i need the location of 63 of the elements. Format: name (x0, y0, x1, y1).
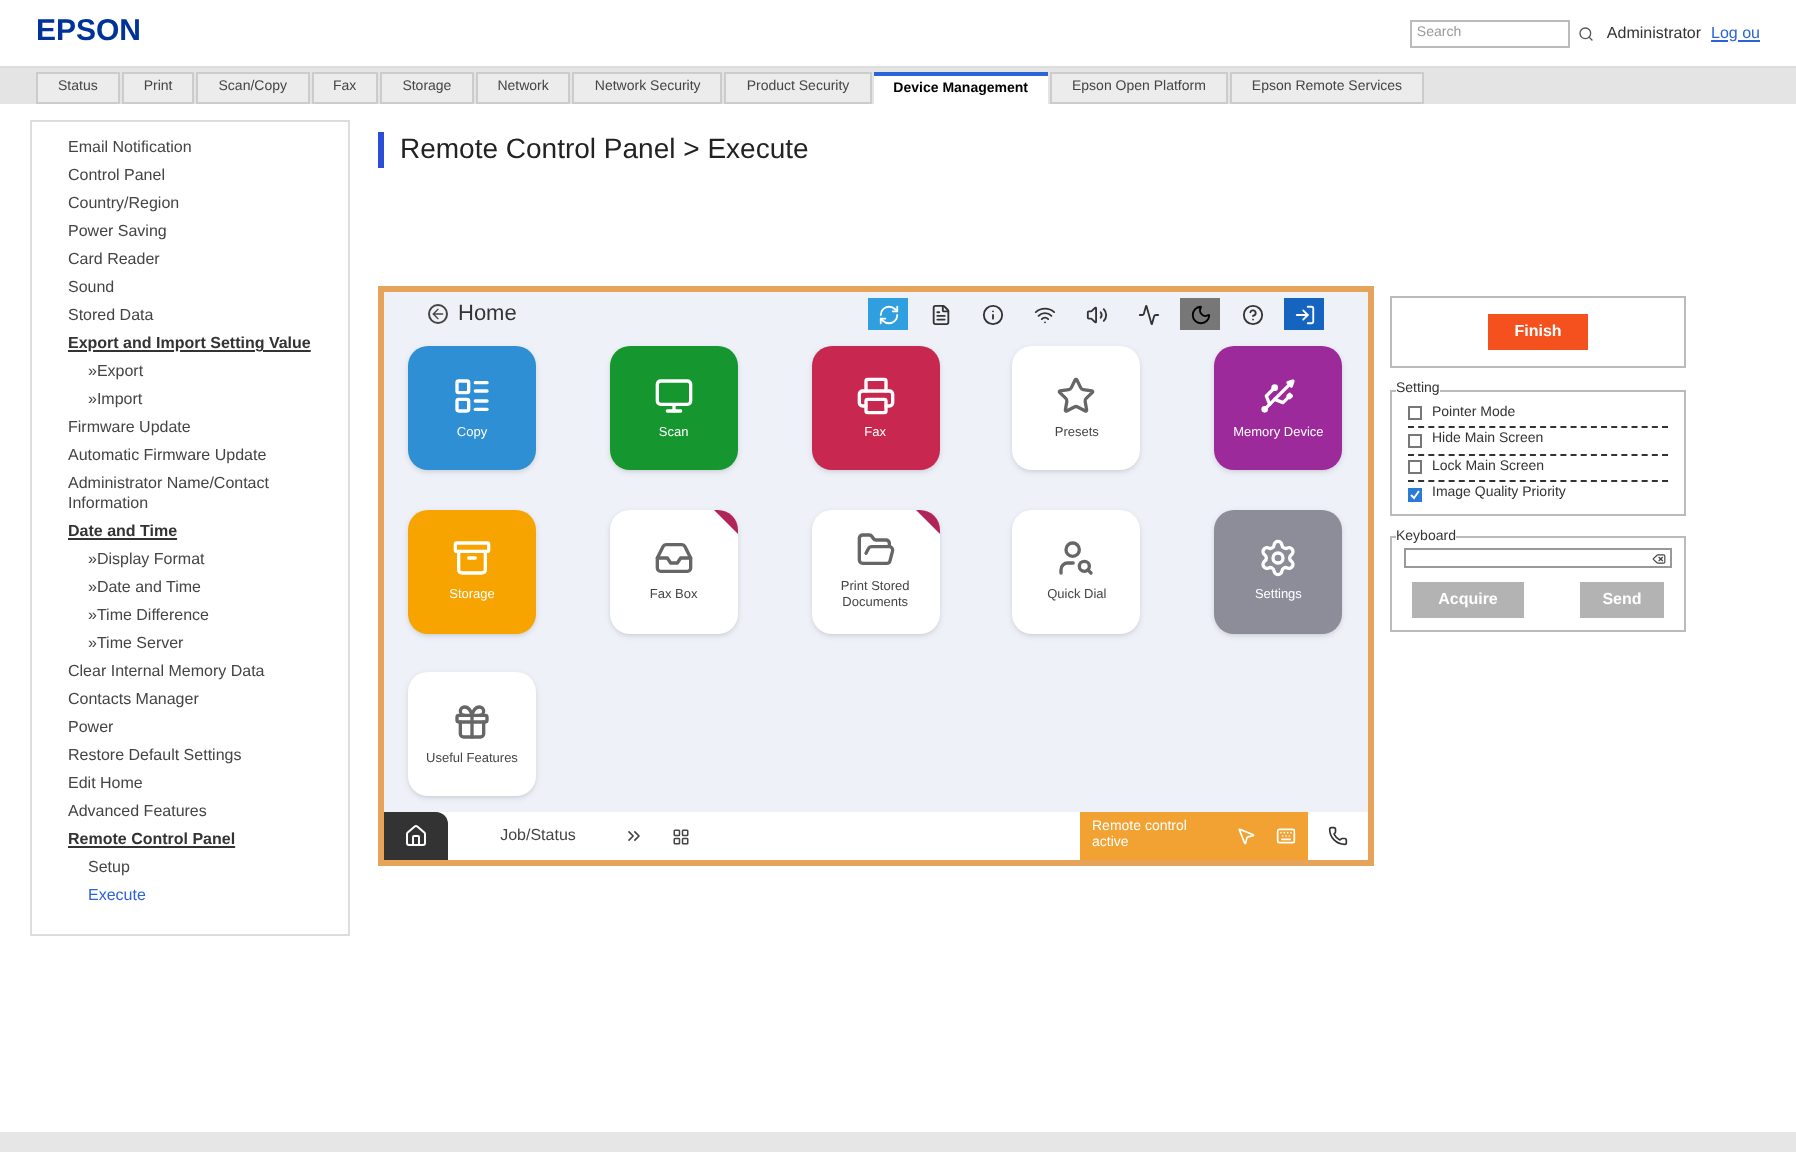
grid-icon[interactable] (672, 827, 690, 845)
refresh-icon[interactable] (868, 298, 908, 330)
sidebar-link[interactable]: Power (68, 714, 312, 742)
phone-icon[interactable] (1328, 826, 1348, 846)
brand-logo: EPSON (36, 12, 142, 53)
sidebar-heading[interactable]: Export and Import Setting Value (68, 330, 312, 358)
sidebar-link[interactable]: Advanced Features (68, 798, 312, 826)
sidebar-link[interactable]: Automatic Firmware Update (68, 442, 312, 470)
sidebar-link[interactable]: »Time Difference (68, 602, 312, 630)
sidebar-link[interactable]: Control Panel (68, 162, 312, 190)
corner-flag-icon (713, 509, 738, 534)
page-title: Remote Control Panel > Execute (400, 130, 809, 168)
monitor-icon (653, 375, 694, 415)
home-button[interactable] (384, 812, 448, 860)
backspace-icon[interactable] (1652, 551, 1666, 565)
box-icon (452, 538, 492, 579)
logout-link[interactable]: Log ou (1711, 21, 1760, 45)
sidebar-heading[interactable]: Date and Time (68, 518, 312, 546)
checkbox[interactable] (1408, 460, 1422, 475)
user-name: Administrator (1606, 21, 1702, 45)
sidebar-link[interactable]: Stored Data (68, 302, 312, 330)
sidebar-link[interactable]: Power Saving (68, 218, 312, 246)
corner-flag-icon (915, 509, 940, 534)
sidebar-link[interactable]: Card Reader (68, 246, 312, 274)
settings-icon (1258, 538, 1299, 579)
sidebar-link[interactable]: Firmware Update (68, 414, 312, 442)
sidebar-link[interactable]: Setup (68, 854, 312, 882)
tray-icon (653, 538, 694, 579)
checkbox[interactable] (1408, 406, 1422, 421)
sidebar-link[interactable]: Contacts Manager (68, 686, 312, 714)
login-icon[interactable] (1284, 298, 1324, 330)
home-title: Home (458, 299, 517, 330)
user-search-icon (1056, 538, 1097, 579)
sidebar-link[interactable]: Country/Region (68, 190, 312, 218)
usb-icon (1258, 375, 1299, 415)
printer-icon (855, 375, 896, 415)
job-status-button[interactable]: Job/Status (488, 824, 588, 848)
sidebar-link[interactable]: Restore Default Settings (68, 742, 312, 770)
checkbox[interactable] (1408, 433, 1422, 448)
moon-icon[interactable] (1180, 298, 1220, 330)
folder-icon (855, 530, 896, 571)
sidebar-link[interactable]: Sound (68, 274, 312, 302)
sidebar-link[interactable]: Administrator Name/Contact Information (68, 470, 312, 518)
sidebar-link[interactable]: »Display Format (68, 546, 312, 574)
home-icon (404, 824, 428, 848)
list-icon (452, 375, 492, 415)
title-accent-bar (378, 131, 384, 167)
checkbox[interactable] (1408, 487, 1422, 502)
back-icon[interactable] (428, 304, 448, 324)
sidebar-link[interactable]: »Import (68, 386, 312, 414)
sidebar-link[interactable]: »Export (68, 358, 312, 386)
sidebar-link[interactable]: »Time Server (68, 630, 312, 658)
sidebar-link[interactable]: »Date and Time (68, 574, 312, 602)
gift-icon (452, 701, 492, 742)
sidebar-link[interactable]: Email Notification (68, 134, 312, 162)
sidebar-link[interactable]: Execute (68, 882, 312, 910)
search-icon[interactable] (1578, 25, 1595, 41)
sidebar-link[interactable]: Edit Home (68, 770, 312, 798)
keyboard-input-field[interactable] (1404, 548, 1672, 568)
star-icon (1056, 375, 1097, 415)
sidebar-heading[interactable]: Remote Control Panel (68, 826, 312, 854)
arrows-icon[interactable] (624, 826, 644, 846)
sidebar-link[interactable]: Clear Internal Memory Data (68, 658, 312, 686)
